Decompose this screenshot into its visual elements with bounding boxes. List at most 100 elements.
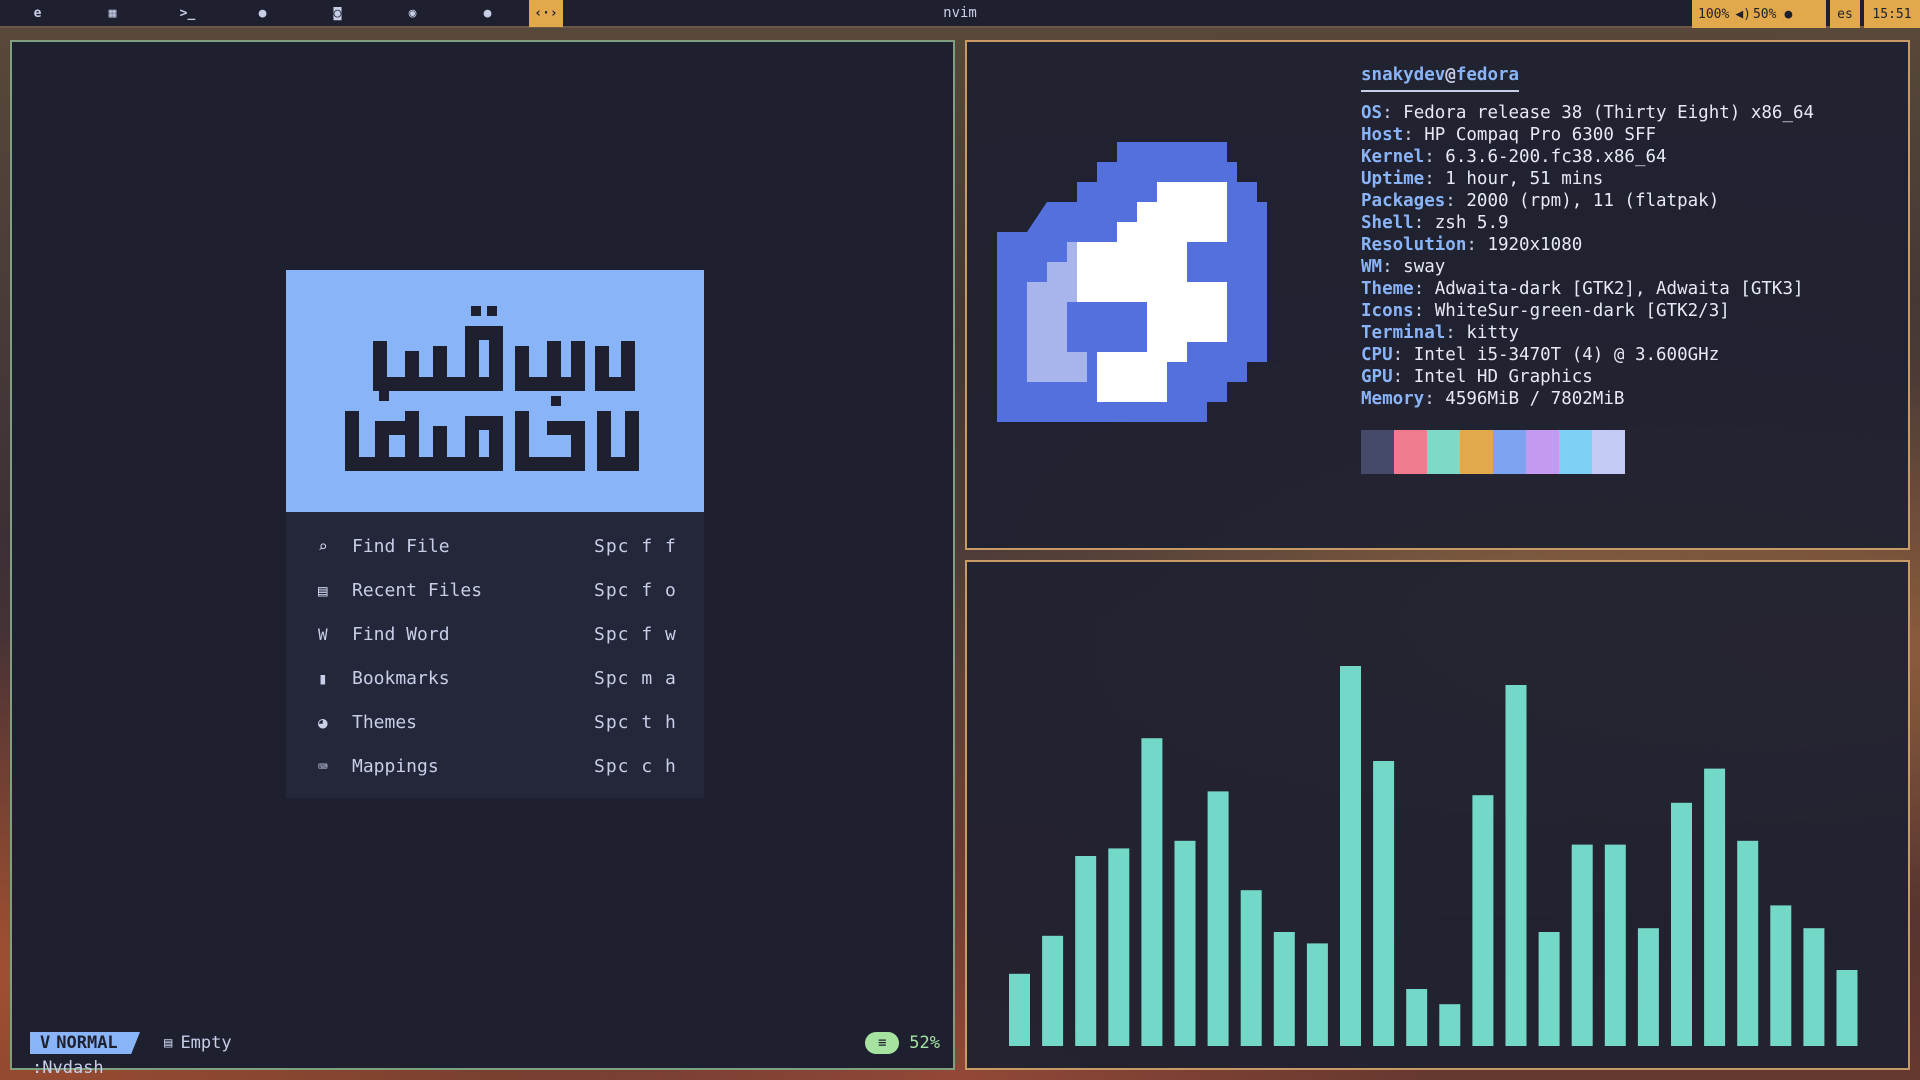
info-value: 2000 (rpm), 11 (flatpak): [1466, 191, 1720, 211]
keyboard-icon: ⌨: [318, 756, 328, 776]
workspace-button[interactable]: ◉: [375, 0, 450, 27]
info-key: Kernel: [1361, 147, 1425, 167]
info-key: Host: [1361, 125, 1404, 145]
scroll-position: ≡ 52%: [865, 1032, 940, 1054]
workspace-button[interactable]: e: [0, 0, 75, 27]
info-key: WM: [1361, 257, 1383, 277]
visualizer-bar: [1770, 905, 1792, 1046]
info-value: Intel i5-3470T (4) @ 3.600GHz: [1413, 345, 1720, 365]
workspace-button[interactable]: ▦: [75, 0, 150, 27]
info-rows: OS: Fedora release 38 (Thirty Eight) x86…: [1361, 102, 1814, 410]
word-icon: W: [318, 624, 328, 644]
color-swatch: [1559, 430, 1592, 474]
visualizer-bar: [1538, 932, 1560, 1046]
visualizer-bar: [1803, 928, 1825, 1046]
command-line[interactable]: :Nvdash: [32, 1058, 104, 1078]
info-row: GPU: Intel HD Graphics: [1361, 366, 1814, 388]
info-row: Packages: 2000 (rpm), 11 (flatpak): [1361, 190, 1814, 212]
dashboard-item[interactable]: ⌕ Find File Spc f f: [286, 524, 704, 568]
info-value: kitty: [1466, 323, 1520, 343]
info-row: Memory: 4596MiB / 7802MiB: [1361, 388, 1814, 410]
dashboard-item[interactable]: W Find Word Spc f w: [286, 612, 704, 656]
info-row: WM: sway: [1361, 256, 1814, 278]
neofetch-window[interactable]: snakydev@fedora OS: Fedora release 38 (T…: [965, 40, 1910, 550]
info-value: sway: [1403, 257, 1446, 277]
info-key: Theme: [1361, 279, 1414, 299]
info-key: GPU: [1361, 367, 1393, 387]
info-value: zsh 5.9: [1434, 213, 1509, 233]
dashboard-item-shortcut: Spc f o: [594, 579, 677, 601]
visualizer-bar: [1737, 840, 1759, 1046]
audio-visualizer-window[interactable]: [965, 560, 1910, 1070]
visualizer-bar: [1340, 666, 1361, 1046]
circle-icon: ●: [483, 5, 492, 21]
dashboard-item-label: Find Word: [352, 623, 450, 645]
info-colon: :: [1392, 345, 1414, 365]
workspace-button[interactable]: >_: [150, 0, 225, 27]
info-row: Kernel: 6.3.6-200.fc38.x86_64: [1361, 146, 1814, 168]
vim-icon: V: [40, 1033, 51, 1053]
info-value: Fedora release 38 (Thirty Eight) x86_64: [1403, 103, 1815, 123]
info-row: Terminal: kitty: [1361, 322, 1814, 344]
workspace-button[interactable]: ●: [450, 0, 525, 27]
info-value: 6.3.6-200.fc38.x86_64: [1445, 147, 1667, 167]
visualizer-bar: [1836, 970, 1858, 1046]
dashboard-item-label: Find File: [352, 535, 450, 557]
info-value: Intel HD Graphics: [1413, 367, 1593, 387]
visualizer-bar: [1604, 844, 1626, 1046]
clock[interactable]: 15:51: [1864, 0, 1920, 28]
color-swatch: [1493, 430, 1526, 474]
info-colon: :: [1392, 367, 1414, 387]
color-swatch: [1526, 430, 1559, 474]
visualizer-bar: [1075, 856, 1097, 1046]
info-value: Adwaita-dark [GTK2], Adwaita [GTK3]: [1434, 279, 1804, 299]
dashboard-item[interactable]: ▤ Recent Files Spc f o: [286, 568, 704, 612]
info-key: Shell: [1361, 213, 1414, 233]
visualizer-bar: [1042, 935, 1064, 1046]
info-value: HP Compaq Pro 6300 SFF: [1424, 125, 1657, 145]
info-key: OS: [1361, 103, 1383, 123]
visualizer-bar: [1009, 973, 1030, 1046]
visualizer-bar: [1505, 685, 1527, 1046]
color-swatch: [1394, 430, 1427, 474]
volume-icon[interactable]: ◀): [1735, 7, 1751, 22]
visualizer-bars: [1009, 666, 1858, 1046]
volume-value: 50%: [1752, 6, 1777, 22]
dashboard-item[interactable]: ▮ Bookmarks Spc m a: [286, 656, 704, 700]
dashboard-item-label: Bookmarks: [352, 667, 450, 689]
top-bar: e ▦ >_ ● ◙ ◉ ● ‹·› nvim 100% ◀) 50% ● es 15:51: [0, 0, 1920, 28]
microphone-icon[interactable]: ●: [1784, 7, 1792, 22]
dashboard-item-label: Mappings: [352, 755, 439, 777]
info-colon: :: [1413, 301, 1435, 321]
info-row: Theme: Adwaita-dark [GTK2], Adwaita [GTK…: [1361, 278, 1814, 300]
info-colon: :: [1382, 257, 1404, 277]
nvim-window[interactable]: ⌕ Find File Spc f f ▤ Recent Files Spc f o W Fi…: [10, 40, 955, 1078]
spotify-icon: ◉: [408, 5, 417, 21]
info-colon: :: [1403, 125, 1425, 145]
dashboard-item-label: Recent Files: [352, 579, 483, 601]
brightness-value: 100%: [1698, 6, 1730, 22]
dashboard-item-label: Themes: [352, 711, 418, 733]
info-row: CPU: Intel i5-3470T (4) @ 3.600GHz: [1361, 344, 1814, 366]
edge-icon: e: [33, 5, 42, 21]
info-colon: :: [1382, 103, 1404, 123]
info-key: Memory: [1361, 389, 1425, 409]
color-swatch: [1427, 430, 1460, 474]
keyboard-layout[interactable]: es: [1830, 0, 1860, 28]
visualizer-bar: [1671, 802, 1692, 1046]
visualizer-bar: [1207, 791, 1229, 1046]
bookmark-icon: ▮: [318, 668, 328, 688]
at-sign: @: [1445, 65, 1456, 85]
workspace-button[interactable]: ●: [225, 0, 300, 27]
color-swatch: [1592, 430, 1625, 474]
status-tray[interactable]: 100% ◀) 50% ●: [1692, 0, 1826, 28]
dashboard-item[interactable]: ◕ Themes Spc t h: [286, 700, 704, 744]
workspace-button[interactable]: ‹·›: [529, 0, 563, 27]
workspace-button[interactable]: ◙: [300, 0, 375, 27]
info-value: 1920x1080: [1487, 235, 1583, 255]
lines-icon: ≡: [865, 1032, 900, 1054]
visualizer-bar: [1174, 840, 1196, 1046]
dashboard-item[interactable]: ⌨ Mappings Spc c h: [286, 744, 704, 788]
info-value: WhiteSur-green-dark [GTK2/3]: [1434, 301, 1730, 321]
info-key: Packages: [1361, 191, 1446, 211]
